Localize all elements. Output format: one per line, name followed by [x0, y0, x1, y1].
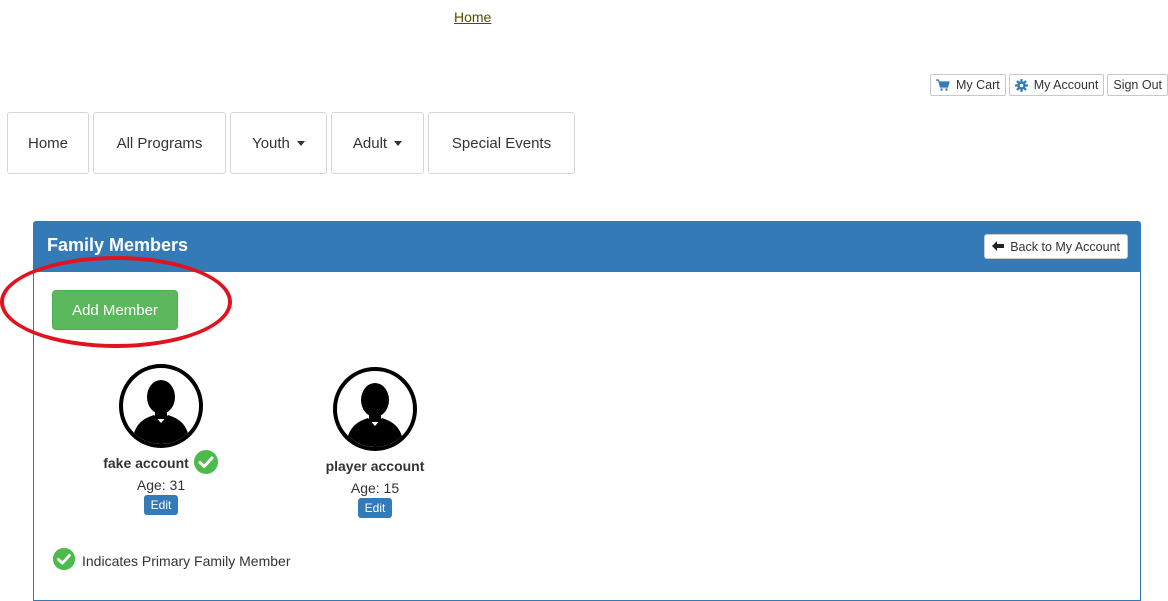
nav-item-label: Special Events [451, 134, 552, 152]
member-name-row: fake account [81, 449, 241, 477]
nav-item-label: All Programs [116, 134, 203, 152]
my-cart-label: My Cart [955, 78, 1000, 92]
nav-item-home[interactable]: Home [7, 112, 89, 174]
edit-member-button[interactable]: Edit [357, 498, 393, 518]
nav-item-special-events[interactable]: Special Events [428, 112, 575, 174]
back-button-label: Back to My Account [1010, 239, 1120, 254]
cart-icon [935, 79, 950, 91]
member-name: fake account [103, 455, 189, 471]
member-card: player account Age: 15 Edit [295, 366, 455, 518]
top-home-link[interactable]: Home [454, 9, 491, 25]
caret-down-icon [394, 140, 403, 146]
edit-member-button[interactable]: Edit [143, 495, 179, 515]
member-age: Age: 31 [136, 477, 186, 493]
caret-down-icon [296, 140, 305, 146]
member-age: Age: 15 [350, 480, 400, 496]
avatar [119, 364, 203, 448]
primary-check-icon [193, 449, 219, 478]
nav-item-youth[interactable]: Youth [230, 112, 327, 174]
sign-out-button[interactable]: Sign Out [1107, 74, 1168, 96]
sign-out-label: Sign Out [1113, 78, 1162, 92]
back-to-account-button[interactable]: Back to My Account [984, 234, 1128, 259]
my-account-button[interactable]: My Account [1008, 74, 1105, 96]
main-nav: Home All Programs Youth Adult Special Ev… [7, 112, 575, 174]
nav-item-label: Youth [252, 134, 290, 152]
panel-title: Family Members [47, 235, 189, 255]
avatar [333, 367, 417, 451]
my-account-label: My Account [1033, 78, 1099, 92]
add-member-button[interactable]: Add Member [52, 290, 178, 330]
member-card: fake account Age: 31 Edit [81, 363, 241, 515]
gear-icon [1014, 78, 1028, 92]
panel-header: Family Members Back to My Account [34, 222, 1140, 272]
utility-bar: My Cart My Account Sign Out [929, 74, 1168, 96]
nav-item-adult[interactable]: Adult [331, 112, 424, 174]
legend-text: Indicates Primary Family Member [82, 552, 291, 569]
family-members-panel: Family Members Back to My Account Add Me… [33, 221, 1141, 601]
primary-check-icon [52, 547, 76, 574]
nav-item-all-programs[interactable]: All Programs [93, 112, 226, 174]
nav-item-label: Adult [352, 134, 388, 152]
member-name: player account [325, 458, 425, 474]
primary-legend: Indicates Primary Family Member [52, 547, 291, 574]
arrow-left-icon [992, 240, 1005, 254]
nav-item-label: Home [27, 134, 68, 152]
member-name-row: player account [295, 452, 455, 480]
my-cart-button[interactable]: My Cart [929, 74, 1006, 96]
